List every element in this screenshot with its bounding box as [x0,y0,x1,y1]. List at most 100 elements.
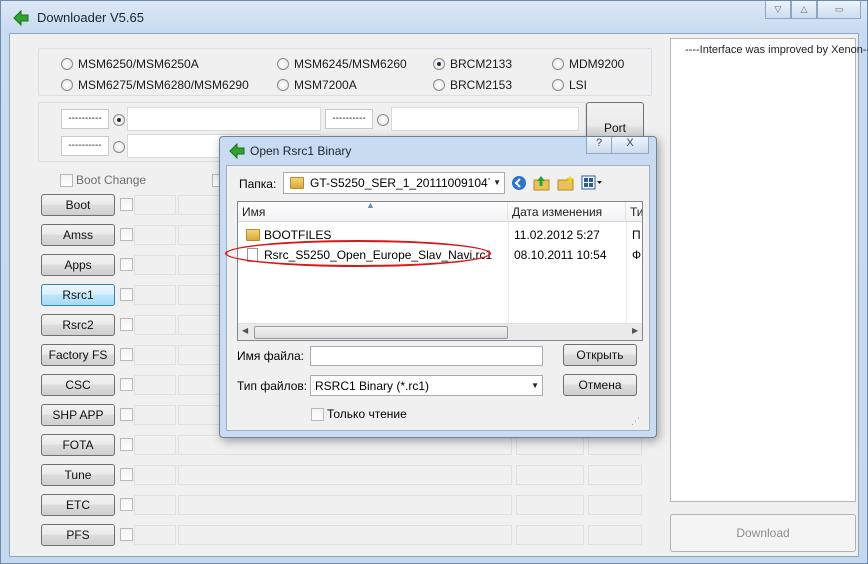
filetype-combo[interactable]: RSRC1 Binary (*.rc1) ▼ [310,375,543,396]
file-size-field [516,465,584,485]
file-enable-checkbox[interactable] [120,468,133,481]
file-path-field [178,465,512,485]
readonly-label: Только чтение [327,407,407,421]
maximize-button[interactable]: △ [791,1,817,19]
file-status-field [588,525,642,545]
chipset-label: MSM7200A [294,78,357,92]
file-enable-checkbox[interactable] [120,348,133,361]
view-menu-icon[interactable] [581,175,603,191]
dialog-title: Open Rsrc1 Binary [250,144,352,158]
chipset-option[interactable]: MSM6245/MSM6260 [277,57,407,71]
horizontal-scrollbar[interactable]: ◀ ▶ [238,323,642,340]
chevron-down-icon: ▼ [531,381,539,390]
file-button[interactable]: Factory FS [41,344,115,366]
file-button[interactable]: Rsrc1 [41,284,115,306]
file-status-field [588,465,642,485]
resize-grip-icon[interactable]: ⋰ [631,416,640,427]
folder-value: GT-S5250_SER_1_20111009104710 [310,176,490,190]
close-button[interactable]: X [611,137,649,154]
port-radio[interactable] [377,114,389,126]
sort-arrow-icon: ▲ [366,201,375,210]
file-enable-checkbox[interactable] [120,228,133,241]
cancel-button[interactable]: Отмена [563,374,637,396]
radio-icon [277,58,289,70]
file-enable-checkbox[interactable] [120,288,133,301]
chipset-option[interactable]: BRCM2153 [433,78,512,92]
folder-label: Папка: [239,177,277,191]
file-enable-checkbox[interactable] [120,378,133,391]
file-enable-checkbox[interactable] [120,498,133,511]
port-radio[interactable] [113,141,125,153]
file-slot [134,525,176,545]
chipset-option[interactable]: MSM6275/MSM6280/MSM6290 [61,78,249,92]
caption-buttons: ▽ △ ▭ [765,1,861,19]
file-enable-checkbox[interactable] [120,258,133,271]
chipset-label: LSI [569,78,588,92]
radio-selected-icon [433,58,445,70]
back-icon[interactable] [511,175,527,191]
file-slot [134,375,176,395]
highlight-ellipse [225,240,491,267]
chipset-option[interactable]: LSI [552,78,587,92]
file-size-field [516,525,584,545]
file-button[interactable]: FOTA [41,434,115,456]
file-button[interactable]: SHP APP [41,404,115,426]
new-folder-icon[interactable] [557,174,575,192]
chipset-option[interactable]: BRCM2133 [433,57,512,71]
filetype-label: Тип файлов: [237,379,308,393]
minimize-button[interactable]: ▽ [765,1,791,19]
column-date[interactable]: Дата изменения [508,202,626,222]
chipset-option[interactable]: MDM9200 [552,57,624,71]
file-slot [134,345,176,365]
file-enable-checkbox[interactable] [120,438,133,451]
file-slot [134,285,176,305]
readonly-checkbox[interactable] [311,408,324,421]
restore-button[interactable]: ▭ [817,1,861,19]
file-button[interactable]: Tune [41,464,115,486]
chipset-option[interactable]: MSM7200A [277,78,357,92]
filetype-value: RSRC1 Binary (*.rc1) [315,378,430,393]
scroll-right-icon[interactable]: ▶ [632,326,638,335]
chipset-label: BRCM2153 [450,78,513,92]
file-slot [134,315,176,335]
file-button[interactable]: Rsrc2 [41,314,115,336]
boot-change-checkbox[interactable] [60,174,73,187]
download-button[interactable]: Download [670,514,856,552]
file-button[interactable]: Apps [41,254,115,276]
open-button[interactable]: Открыть [563,344,637,366]
radio-icon [61,58,73,70]
file-path-field [178,525,512,545]
file-size-field [516,495,584,515]
file-button[interactable]: CSC [41,374,115,396]
green-arrow-icon [229,143,245,159]
file-button[interactable]: Amss [41,224,115,246]
file-slot [134,195,176,215]
file-button[interactable]: ETC [41,494,115,516]
chipset-label: MSM6245/MSM6260 [294,57,407,71]
file-slot [134,435,176,455]
log-text: ----Interface was improved by Xenon---- [685,44,868,56]
dialog-body: Папка: GT-S5250_SER_1_20111009104710 ▼ И… [225,165,650,431]
up-folder-icon[interactable] [533,174,551,192]
chipset-label: MSM6275/MSM6280/MSM6290 [78,78,249,92]
folder-icon [246,229,260,241]
radio-icon [552,58,564,70]
file-enable-checkbox[interactable] [120,318,133,331]
folder-combo[interactable]: GT-S5250_SER_1_20111009104710 ▼ [283,172,505,194]
scroll-thumb[interactable] [254,326,508,339]
port-indicator: ---------- [61,136,109,156]
file-enable-checkbox[interactable] [120,408,133,421]
scroll-left-icon[interactable]: ◀ [242,326,248,335]
chipset-label: MSM6250/MSM6250A [78,57,199,71]
column-type[interactable]: Ти [626,202,642,222]
port-radio[interactable] [113,114,125,126]
file-button[interactable]: PFS [41,524,115,546]
filename-input[interactable] [310,346,543,366]
file-enable-checkbox[interactable] [120,198,133,211]
help-button[interactable]: ? [586,137,612,154]
chipset-group: MSM6250/MSM6250A MSM6245/MSM6260 BRCM213… [38,48,652,96]
window-title: Downloader V5.65 [37,10,144,25]
chipset-option[interactable]: MSM6250/MSM6250A [61,57,199,71]
file-button[interactable]: Boot [41,194,115,216]
file-enable-checkbox[interactable] [120,528,133,541]
